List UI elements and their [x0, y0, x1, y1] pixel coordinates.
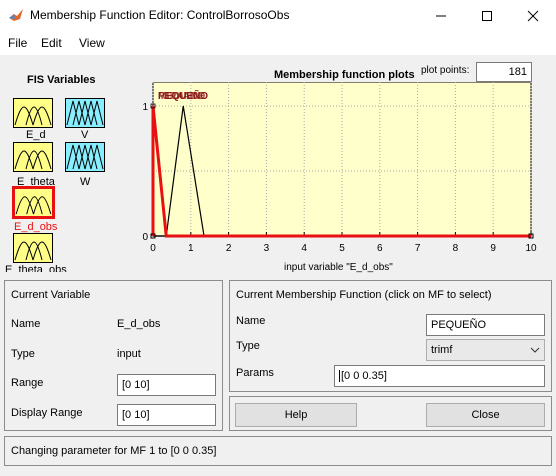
y-tick-label: 0 [142, 232, 148, 243]
plot-points-label: plot points: [421, 65, 470, 76]
variable-box-e-theta-obs[interactable] [13, 233, 53, 263]
variable-box-e-d[interactable] [13, 98, 53, 128]
mf-type-label: Type [236, 340, 260, 352]
current-variable-panel: Current Variable Name E_d_obs Type input… [4, 280, 223, 431]
input-mf-icon [14, 241, 52, 261]
help-button[interactable]: Help [235, 403, 357, 427]
buttons-panel: Help Close [229, 396, 552, 431]
mf-name-input[interactable]: PEQUEÑO [426, 314, 545, 336]
input-mf-icon [15, 196, 52, 215]
close-window-button[interactable] [510, 0, 556, 31]
variable-label-e-d: E_d [26, 129, 46, 141]
menu-bar: File Edit View [0, 31, 556, 55]
variable-label-v: V [81, 129, 89, 141]
current-mf-title: Current Membership Function (click on MF… [236, 289, 492, 301]
mf-type-select[interactable]: trimf [426, 339, 545, 361]
y-tick-label: 1 [142, 102, 148, 113]
close-button[interactable]: Close [426, 403, 545, 427]
plot-title: Membership function plots [274, 69, 415, 81]
variable-box-v[interactable] [65, 98, 105, 128]
status-text: Changing parameter for MF 1 to [0 0 0.35… [11, 445, 217, 457]
y-tick-labels: 01 [142, 102, 148, 243]
menu-view[interactable]: View [79, 36, 105, 50]
current-variable-title: Current Variable [11, 289, 91, 301]
x-tick-label: 3 [264, 243, 270, 254]
cv-type-value: input [117, 348, 141, 360]
maximize-button[interactable] [464, 0, 510, 31]
minimize-icon [436, 15, 446, 16]
menu-file[interactable]: File [8, 36, 27, 50]
fis-variables-title: FIS Variables [27, 74, 96, 86]
x-tick-label: 1 [188, 243, 194, 254]
variable-box-e-d-obs[interactable] [12, 186, 55, 219]
x-tick-label: 9 [490, 243, 496, 254]
current-mf-panel: Current Membership Function (click on MF… [229, 280, 552, 392]
display-range-input[interactable]: [0 10] [117, 404, 216, 426]
x-axis-label: input variable "E_d_obs" [284, 262, 393, 273]
matlab-icon [9, 9, 23, 21]
mf-label-grande[interactable]: GRANDE [162, 91, 206, 102]
x-tick-label: 10 [525, 243, 537, 254]
variable-label-e-theta-obs: E_theta_obs [5, 264, 67, 272]
variable-label-w: W [80, 176, 91, 188]
menu-edit[interactable]: Edit [41, 36, 62, 50]
membership-plot[interactable]: 0 1 2 3 4 5 6 7 8 9 10 01 PEQUEÑO MEDIANO GRANDE [140, 82, 540, 264]
variable-label-clip: E_theta_obs [0, 263, 130, 272]
plot-points-input[interactable]: 181 [476, 62, 532, 82]
x-tick-labels: 0 1 2 3 4 5 6 7 8 9 10 [150, 243, 537, 254]
title-bar: Membership Function Editor: ControlBorro… [0, 0, 556, 31]
cv-type-label: Type [11, 348, 35, 360]
variable-label-e-d-obs: E_d_obs [14, 221, 58, 233]
plot-background [152, 82, 532, 237]
x-tick-label: 8 [453, 243, 459, 254]
x-tick-label: 5 [339, 243, 345, 254]
mf-params-input[interactable]: [0 0 0.35] [334, 365, 545, 387]
range-input[interactable]: [0 10] [117, 374, 216, 396]
cv-display-range-label: Display Range [11, 407, 83, 419]
variable-box-w[interactable] [65, 142, 105, 172]
text-cursor [339, 370, 340, 383]
window-title: Membership Function Editor: ControlBorro… [30, 8, 290, 22]
input-mf-icon [14, 106, 52, 126]
mf-params-value: [0 0 0.35] [341, 370, 387, 382]
mf-type-value: trimf [431, 344, 453, 356]
minimize-button[interactable] [418, 0, 464, 31]
cv-name-value: E_d_obs [117, 318, 161, 330]
output-mf-icon [66, 144, 104, 170]
x-tick-label: 7 [415, 243, 421, 254]
x-tick-label: 0 [150, 243, 156, 254]
x-tick-label: 2 [226, 243, 232, 254]
mf-name-label: Name [236, 315, 266, 327]
status-panel: Changing parameter for MF 1 to [0 0 0.35… [4, 436, 552, 466]
variable-box-e-theta[interactable] [13, 142, 53, 172]
close-icon [527, 10, 539, 21]
x-tick-label: 4 [301, 243, 307, 254]
cv-range-label: Range [11, 377, 44, 389]
input-mf-icon [14, 150, 52, 170]
maximize-icon [482, 10, 492, 21]
output-mf-icon [66, 100, 104, 126]
x-tick-label: 6 [377, 243, 383, 254]
cv-name-label: Name [11, 318, 41, 330]
mf-params-label: Params [236, 367, 274, 379]
chevron-down-icon [530, 347, 540, 353]
